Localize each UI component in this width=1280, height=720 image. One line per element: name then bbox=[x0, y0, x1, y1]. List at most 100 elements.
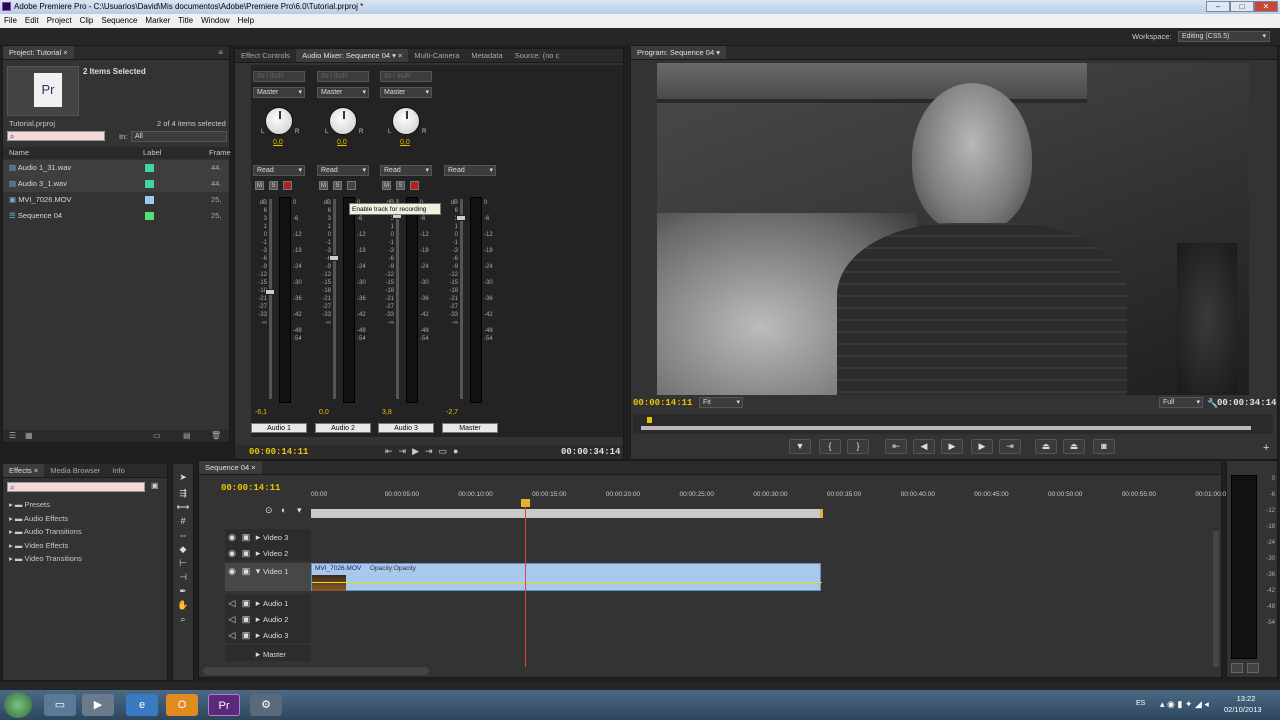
mixer-playback-controls[interactable]: ⇤⇥▶⇥▭● bbox=[385, 446, 464, 457]
play-button[interactable]: ▶ bbox=[941, 439, 963, 454]
tab-sequence[interactable]: Sequence 04 × bbox=[199, 461, 262, 474]
pan-value[interactable]: 0,0 bbox=[273, 139, 283, 146]
premiere-taskbar-icon[interactable]: Pr bbox=[208, 694, 240, 716]
pan-value[interactable]: 0,0 bbox=[337, 139, 347, 146]
expand-icon[interactable]: ▸ bbox=[253, 529, 263, 542]
volume-fader[interactable] bbox=[265, 289, 275, 295]
tree-folder-video-transitions[interactable]: ▸ ▬ Video Transitions bbox=[9, 552, 159, 566]
clock-date[interactable]: 02/10/2013 bbox=[1224, 705, 1262, 714]
program-time-ruler[interactable] bbox=[633, 414, 1273, 434]
start-button[interactable] bbox=[4, 692, 32, 718]
tab-metadata[interactable]: Metadata bbox=[465, 49, 508, 62]
tab-media-browser[interactable]: Media Browser bbox=[44, 464, 106, 477]
tree-folder-audio-transitions[interactable]: ▸ ▬ Audio Transitions bbox=[9, 525, 159, 539]
level-value[interactable]: 0,0 bbox=[319, 409, 329, 416]
list-item[interactable]: ▣ MVI_7026.MOV 25, bbox=[3, 192, 229, 208]
clock-time[interactable]: 13:22 bbox=[1228, 694, 1264, 703]
rate-stretch-tool-icon[interactable]: ⇔ bbox=[176, 530, 190, 542]
menu-file[interactable]: File bbox=[0, 14, 21, 28]
timeline-playhead[interactable] bbox=[525, 501, 526, 667]
list-view-icon[interactable]: ☰ bbox=[9, 431, 16, 440]
fit-select[interactable]: Fit ▾ bbox=[699, 397, 743, 408]
list-item[interactable]: ☰ Sequence 04 25, bbox=[3, 208, 229, 224]
add-marker-button[interactable]: ▼ bbox=[789, 439, 811, 454]
level-value[interactable]: 3,8 bbox=[382, 409, 392, 416]
media-player-icon[interactable]: ▶ bbox=[82, 694, 114, 716]
trash-icon[interactable]: 🗑 bbox=[211, 431, 221, 440]
eye-icon[interactable]: ◉ bbox=[225, 529, 239, 542]
tab-program[interactable]: Program: Sequence 04 ▾ bbox=[631, 46, 726, 59]
mute-button[interactable]: M bbox=[319, 181, 328, 190]
speaker-icon[interactable]: ◁ bbox=[225, 611, 239, 624]
mark-out-button[interactable]: } bbox=[847, 439, 869, 454]
go-to-in-button[interactable]: ⇤ bbox=[885, 439, 907, 454]
lock-icon[interactable]: ▣ bbox=[239, 529, 253, 542]
mark-in-button[interactable]: { bbox=[819, 439, 841, 454]
record-enable-button[interactable] bbox=[347, 181, 356, 190]
panel-menu-icon[interactable]: ≡ bbox=[218, 48, 223, 57]
expand-icon[interactable]: ▸ bbox=[253, 611, 263, 624]
tree-folder-video-effects[interactable]: ▸ ▬ Video Effects bbox=[9, 539, 159, 553]
close-button[interactable]: ✕ bbox=[1254, 1, 1278, 12]
solo-button[interactable]: S bbox=[333, 181, 342, 190]
track-select-tool-icon[interactable]: ⇶ bbox=[176, 488, 190, 500]
language-indicator[interactable]: ES bbox=[1136, 700, 1145, 707]
list-item[interactable]: ▤ Audio 3_1.wav 44. bbox=[3, 176, 229, 192]
new-bin-icon[interactable]: ▭ bbox=[153, 431, 161, 440]
tab-project[interactable]: Project: Tutorial × bbox=[3, 46, 74, 59]
timeline-current-time[interactable]: 00:00:14:11 bbox=[221, 483, 280, 493]
col-name[interactable]: Name bbox=[9, 147, 29, 159]
volume-fader[interactable] bbox=[456, 215, 466, 221]
tree-folder-presets[interactable]: ▸ ▬ Presets bbox=[9, 498, 159, 512]
mute-button[interactable]: M bbox=[255, 181, 264, 190]
expand-icon[interactable]: ▸ bbox=[253, 595, 263, 608]
snap-icon[interactable]: ⊙ bbox=[265, 505, 273, 516]
solo-left-button[interactable] bbox=[1231, 663, 1243, 673]
video-clip[interactable]: MVI_7026.MOV Opacity:Opacity bbox=[311, 563, 822, 591]
input-select[interactable]: IN / IN/R bbox=[317, 71, 369, 82]
expand-icon[interactable]: ▸ bbox=[253, 627, 263, 640]
mute-button[interactable]: M bbox=[382, 181, 391, 190]
tab-multi-camera[interactable]: Multi-Camera bbox=[408, 49, 465, 62]
tab-audio-mixer[interactable]: Audio Mixer: Sequence 04 ▾ × bbox=[296, 49, 409, 62]
program-current-time[interactable]: 00:00:14:11 bbox=[633, 398, 692, 408]
list-item[interactable]: ▤ Audio 1_31.wav 44. bbox=[3, 160, 229, 176]
lock-icon[interactable]: ▣ bbox=[239, 595, 253, 608]
new-bin-icon[interactable]: ▣ bbox=[151, 481, 159, 490]
automation-select[interactable]: Read ▾ bbox=[444, 165, 496, 176]
tree-folder-audio-effects[interactable]: ▸ ▬ Audio Effects bbox=[9, 512, 159, 526]
solo-button[interactable]: S bbox=[396, 181, 405, 190]
menu-clip[interactable]: Clip bbox=[76, 14, 98, 28]
input-select[interactable]: IN / IN/R bbox=[380, 71, 432, 82]
internet-explorer-icon[interactable]: e bbox=[126, 694, 158, 716]
lift-button[interactable]: ⏏ bbox=[1035, 439, 1057, 454]
export-frame-button[interactable]: ◙ bbox=[1093, 439, 1115, 454]
slide-tool-icon[interactable]: ⊣ bbox=[176, 572, 190, 584]
pan-knob[interactable] bbox=[265, 107, 293, 135]
maximize-button[interactable]: □ bbox=[1230, 1, 1254, 12]
quality-select[interactable]: Full ▾ bbox=[1159, 397, 1203, 408]
track-header[interactable]: ◉ ▣ ▸ Video 3 bbox=[225, 529, 311, 545]
in-filter-select[interactable]: All bbox=[131, 131, 227, 142]
pan-knob[interactable] bbox=[392, 107, 420, 135]
rolling-edit-tool-icon[interactable]: # bbox=[176, 516, 190, 528]
menu-help[interactable]: Help bbox=[234, 14, 258, 28]
tray-icons[interactable]: ▴ ◉ ▮ ✦ ◢ ◂ bbox=[1160, 699, 1209, 710]
step-forward-button[interactable]: ▶ bbox=[971, 439, 993, 454]
automation-select[interactable]: Read ▾ bbox=[317, 165, 369, 176]
eye-icon[interactable]: ◉ bbox=[225, 563, 239, 576]
slip-tool-icon[interactable]: ⊢ bbox=[176, 558, 190, 570]
record-enable-button[interactable] bbox=[283, 181, 292, 190]
sequence-marker-icon[interactable]: ◐ bbox=[281, 505, 286, 515]
go-to-out-button[interactable]: ⇥ bbox=[999, 439, 1021, 454]
timeline-ruler[interactable]: 00:00 00:00:05:00 00:00:10:00 00:00:15:00 00… bbox=[311, 489, 1226, 501]
pen-tool-icon[interactable]: ✒ bbox=[176, 586, 190, 598]
menu-window[interactable]: Window bbox=[197, 14, 233, 28]
project-search-input[interactable]: ⌕ bbox=[7, 131, 105, 141]
track-header[interactable]: ◁ ▣ ▸ Audio 2 bbox=[225, 611, 311, 627]
col-frame[interactable]: Frame bbox=[209, 147, 231, 159]
speaker-icon[interactable]: ◁ bbox=[225, 595, 239, 608]
step-back-button[interactable]: ◀ bbox=[913, 439, 935, 454]
level-value[interactable]: -6,1 bbox=[255, 409, 267, 416]
hand-tool-icon[interactable]: ✋ bbox=[176, 600, 190, 612]
